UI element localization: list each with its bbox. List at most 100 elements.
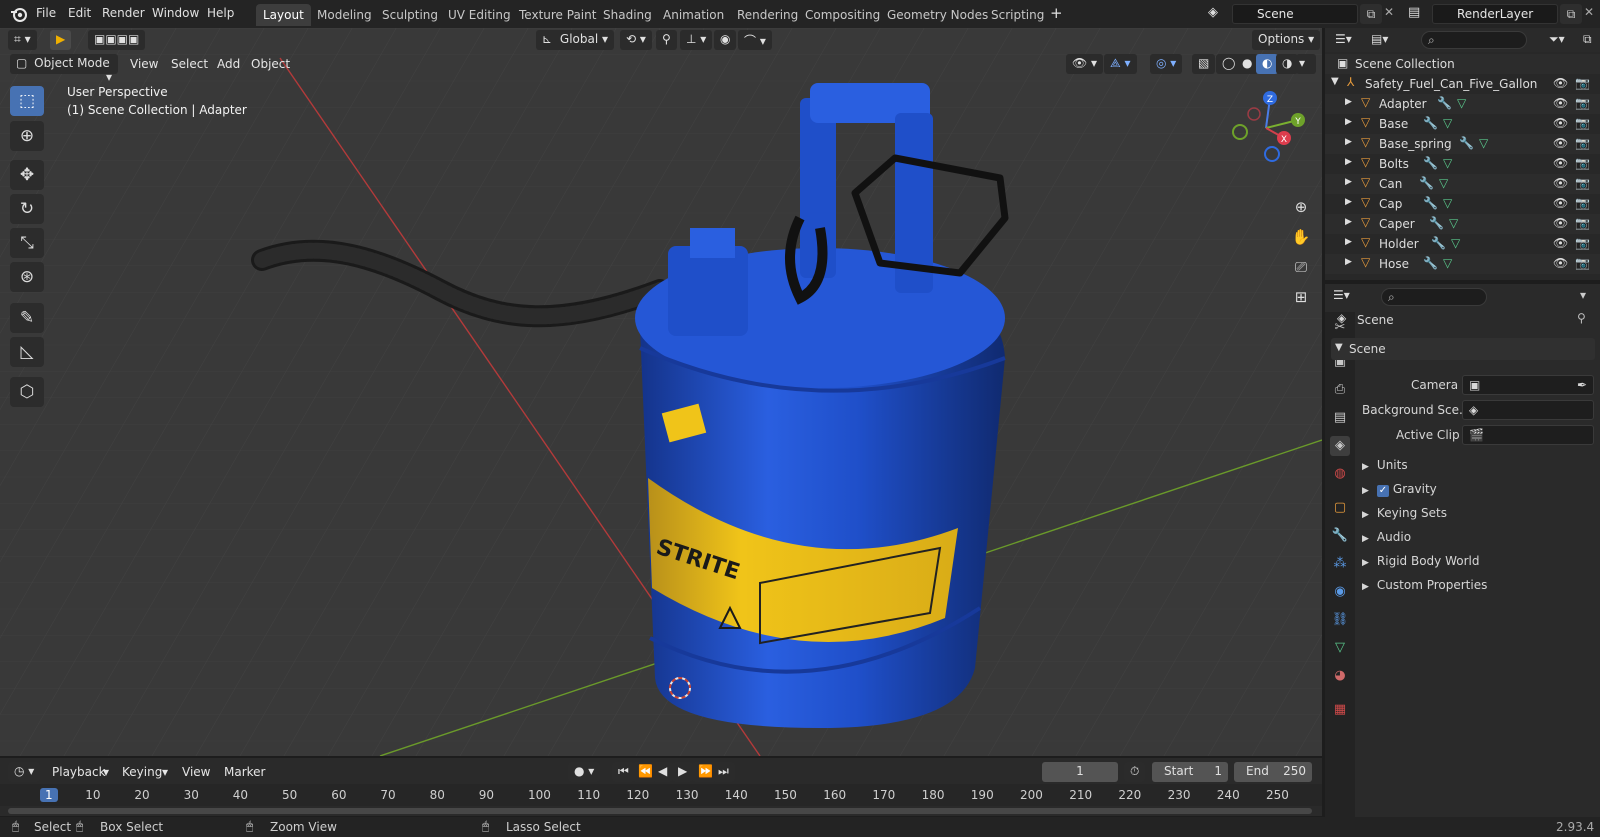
overlay-toggle-icon[interactable]: ◎ ▾ xyxy=(1150,54,1183,74)
material-tab-icon[interactable]: ◕ xyxy=(1330,666,1350,686)
blender-logo-icon[interactable] xyxy=(10,5,28,23)
auto-keying-icon[interactable]: ● ▾ xyxy=(568,762,601,782)
tab-uv-editing[interactable]: UV Editing xyxy=(441,4,518,26)
render-camera-icon[interactable]: 📷 xyxy=(1575,256,1590,270)
eyedropper-icon[interactable]: ✒ xyxy=(1577,378,1587,392)
pin-icon[interactable]: ⚲ xyxy=(1577,311,1586,325)
expand-arrow-icon[interactable]: ▶ xyxy=(1345,137,1352,147)
outliner-editor-icon[interactable]: ☰▾ xyxy=(1335,32,1352,46)
start-frame-field[interactable]: Start 1 xyxy=(1152,762,1228,782)
visibility-eye-icon[interactable]: 👁 xyxy=(1553,256,1568,270)
camera-field[interactable]: ▣ ✒ xyxy=(1462,375,1594,395)
expand-arrow-icon[interactable]: ▶ xyxy=(1345,177,1352,187)
mesh-data-icon[interactable]: ▽ xyxy=(1479,136,1488,150)
menu-render[interactable]: Render xyxy=(102,6,145,20)
menu-file[interactable]: File xyxy=(36,6,56,20)
viewport-menu-add[interactable]: Add xyxy=(217,57,240,71)
tool-scale[interactable]: ⤡ xyxy=(10,228,44,258)
outliner-row-object[interactable]: ▶ ▽ Adapter 🔧 ▽ 👁 📷 xyxy=(1325,94,1600,114)
timeline-editor-icon[interactable]: ◷ ▾ xyxy=(8,762,41,782)
menu-help[interactable]: Help xyxy=(207,6,234,20)
tab-compositing[interactable]: Compositing xyxy=(798,4,887,26)
outliner-row-object[interactable]: ▶ ▽ Base 🔧 ▽ 👁 📷 xyxy=(1325,114,1600,134)
view-layer-selector[interactable]: RenderLayer xyxy=(1432,4,1558,24)
world-tab-icon[interactable]: ◍ xyxy=(1330,464,1350,484)
select-mode-tweak-icon[interactable]: ▶ xyxy=(50,30,72,50)
visibility-eye-icon[interactable]: 👁 xyxy=(1553,76,1568,90)
timeline-menu-playback[interactable]: Playback xyxy=(52,765,106,779)
visibility-eye-icon[interactable]: 👁 xyxy=(1553,176,1568,190)
render-camera-icon[interactable]: 📷 xyxy=(1575,136,1590,150)
tab-layout[interactable]: Layout xyxy=(256,4,311,26)
active-clip-field[interactable]: 🎬 xyxy=(1462,425,1594,445)
visibility-eye-icon[interactable]: 👁 xyxy=(1553,196,1568,210)
close-scene-icon[interactable]: ✕ xyxy=(1384,5,1394,19)
output-tab-icon[interactable]: ⎙ xyxy=(1330,380,1350,400)
modifier-wrench-icon[interactable]: 🔧 xyxy=(1423,196,1438,210)
tab-rendering[interactable]: Rendering xyxy=(730,4,805,26)
mesh-data-icon[interactable]: ▽ xyxy=(1443,116,1452,130)
modifier-wrench-icon[interactable]: 🔧 xyxy=(1459,136,1474,150)
render-camera-icon[interactable]: 📷 xyxy=(1575,216,1590,230)
render-camera-icon[interactable]: 📷 xyxy=(1575,196,1590,210)
snap-toggle-icon[interactable]: ⚲ xyxy=(656,30,677,50)
viewport-menu-view[interactable]: View xyxy=(130,57,158,71)
tab-geometry-nodes[interactable]: Geometry Nodes xyxy=(880,4,995,26)
transform-orientation-dropdown[interactable]: ⊾ Global ▾ xyxy=(536,30,614,50)
scene-tab-icon[interactable]: ◈ xyxy=(1330,436,1350,456)
scene-icon[interactable]: ◈ xyxy=(1208,5,1218,20)
options-dropdown[interactable]: Options ▾ xyxy=(1252,30,1321,50)
tool-transform[interactable]: ⊛ xyxy=(10,262,44,292)
timeline-menu-view[interactable]: View xyxy=(182,765,210,779)
scene-selector[interactable]: Scene xyxy=(1232,4,1358,24)
editor-type-button[interactable]: ⌗ ▾ xyxy=(8,30,37,50)
mesh-data-icon[interactable]: ▽ xyxy=(1439,176,1448,190)
expand-arrow-icon[interactable]: ▶ xyxy=(1345,117,1352,127)
properties-search-input[interactable]: ⌕ xyxy=(1381,288,1487,306)
proportional-edit-icon[interactable]: ◉ xyxy=(714,30,737,50)
visibility-eye-icon[interactable]: 👁 xyxy=(1553,96,1568,110)
mesh-data-icon[interactable]: ▽ xyxy=(1457,96,1466,110)
tab-texture-paint[interactable]: Texture Paint xyxy=(512,4,603,26)
object-data-tab-icon[interactable]: ▽ xyxy=(1330,638,1350,658)
timeline-menu-marker[interactable]: Marker xyxy=(224,765,265,779)
new-collection-icon[interactable]: ⧉ xyxy=(1583,32,1592,47)
chevron-down-icon[interactable]: ▾ xyxy=(1580,288,1586,302)
modifier-tab-icon[interactable]: 🔧 xyxy=(1330,526,1350,546)
perspective-toggle-icon[interactable]: ⊞ xyxy=(1288,284,1314,310)
render-camera-icon[interactable]: 📷 xyxy=(1575,96,1590,110)
properties-section-header[interactable]: ▶ Audio xyxy=(1362,530,1411,544)
expand-arrow-icon[interactable]: ▶ xyxy=(1345,257,1352,267)
properties-editor[interactable]: ☰▾ ⌕ ▾ ✂ ▣ ⎙ ▤ ◈ ◍ ▢ 🔧 ⁂ ◉ ⛓ ▽ ◕ ▦ ◈ Sce… xyxy=(1325,282,1600,817)
constraints-tab-icon[interactable]: ⛓ xyxy=(1330,610,1350,630)
mesh-data-icon[interactable]: ▽ xyxy=(1443,256,1452,270)
shading-options-icon[interactable]: ▾ xyxy=(1296,54,1316,74)
mesh-data-icon[interactable]: ▽ xyxy=(1449,216,1458,230)
render-camera-icon[interactable]: 📷 xyxy=(1575,116,1590,130)
menu-window[interactable]: Window xyxy=(152,6,199,20)
3d-viewport[interactable]: STRITE ⌗ ▾ ▶ ▣▣▣▣ ⊾ Global ▾ ⟲ ▾ ⚲ ⊥ ▾ ◉… xyxy=(0,28,1322,756)
select-box-mode-icons[interactable]: ▣▣▣▣ xyxy=(88,30,146,50)
render-camera-icon[interactable]: 📷 xyxy=(1575,156,1590,170)
properties-editor-icon[interactable]: ☰▾ xyxy=(1333,288,1350,302)
tool-rotate[interactable]: ↻ xyxy=(10,194,44,224)
properties-section-header[interactable]: ▶ ✓ Gravity xyxy=(1362,482,1437,497)
tool-move[interactable]: ✥ xyxy=(10,160,44,190)
scene-panel-header[interactable]: ▼ Scene xyxy=(1331,338,1595,360)
properties-section-header[interactable]: ▶ Rigid Body World xyxy=(1362,554,1479,568)
visibility-eye-icon[interactable]: 👁 xyxy=(1553,216,1568,230)
view-layer-icon[interactable]: ▤ xyxy=(1408,5,1420,20)
modifier-wrench-icon[interactable]: 🔧 xyxy=(1423,116,1438,130)
modifier-wrench-icon[interactable]: 🔧 xyxy=(1437,96,1452,110)
camera-view-icon[interactable]: ⎚ xyxy=(1288,254,1314,280)
menu-edit[interactable]: Edit xyxy=(68,6,91,20)
timeline-menu-keying[interactable]: Keying xyxy=(122,765,162,779)
gravity-checkbox[interactable]: ✓ xyxy=(1376,485,1389,497)
outliner-row-object[interactable]: ▶ ▽ Can 🔧 ▽ 👁 📷 xyxy=(1325,174,1600,194)
tab-modeling[interactable]: Modeling xyxy=(310,4,379,26)
pan-hand-icon[interactable]: ✋ xyxy=(1288,224,1314,250)
visibility-icon[interactable]: 👁 ▾ xyxy=(1066,54,1104,74)
new-scene-icon[interactable]: ⧉ xyxy=(1360,4,1382,24)
modifier-wrench-icon[interactable]: 🔧 xyxy=(1423,156,1438,170)
mesh-data-icon[interactable]: ▽ xyxy=(1443,196,1452,210)
